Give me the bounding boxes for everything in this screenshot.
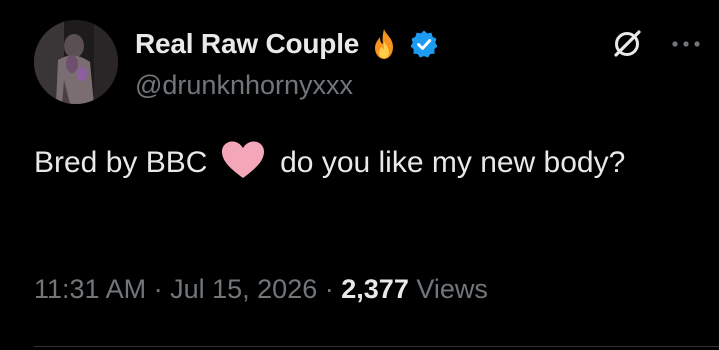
grok-icon[interactable]	[609, 26, 645, 62]
post-toolbar	[609, 26, 701, 62]
display-name[interactable]: Real Raw Couple	[135, 28, 359, 60]
verified-badge-icon[interactable]	[409, 29, 439, 59]
post-text-part1: Bred by BBC	[34, 146, 208, 179]
post-text-part2: do you like my new body?	[280, 146, 626, 179]
post-time[interactable]: 11:31 AM	[34, 274, 146, 304]
views-label: Views	[416, 274, 488, 304]
post-text: Bred by BBC do you like my new body?	[34, 140, 684, 193]
meta-separator: ·	[153, 274, 163, 304]
views-count: 2,377	[341, 274, 409, 304]
author-handle[interactable]: @drunknhornyxxx	[135, 70, 353, 101]
author-name-row: Real Raw Couple	[135, 24, 439, 64]
pink-heart-icon	[220, 140, 266, 193]
post-date[interactable]: Jul 15, 2026	[170, 274, 317, 304]
avatar-photo	[34, 20, 118, 104]
divider	[34, 346, 719, 347]
meta-separator-2: ·	[324, 274, 334, 304]
more-options-icon[interactable]	[671, 39, 701, 49]
fire-icon	[369, 27, 399, 61]
post-meta: 11:31 AM · Jul 15, 2026 · 2,377 Views	[34, 274, 488, 305]
avatar[interactable]	[34, 20, 118, 104]
post: Real Raw Couple @drunknhornyxxx Bred by …	[0, 0, 719, 350]
